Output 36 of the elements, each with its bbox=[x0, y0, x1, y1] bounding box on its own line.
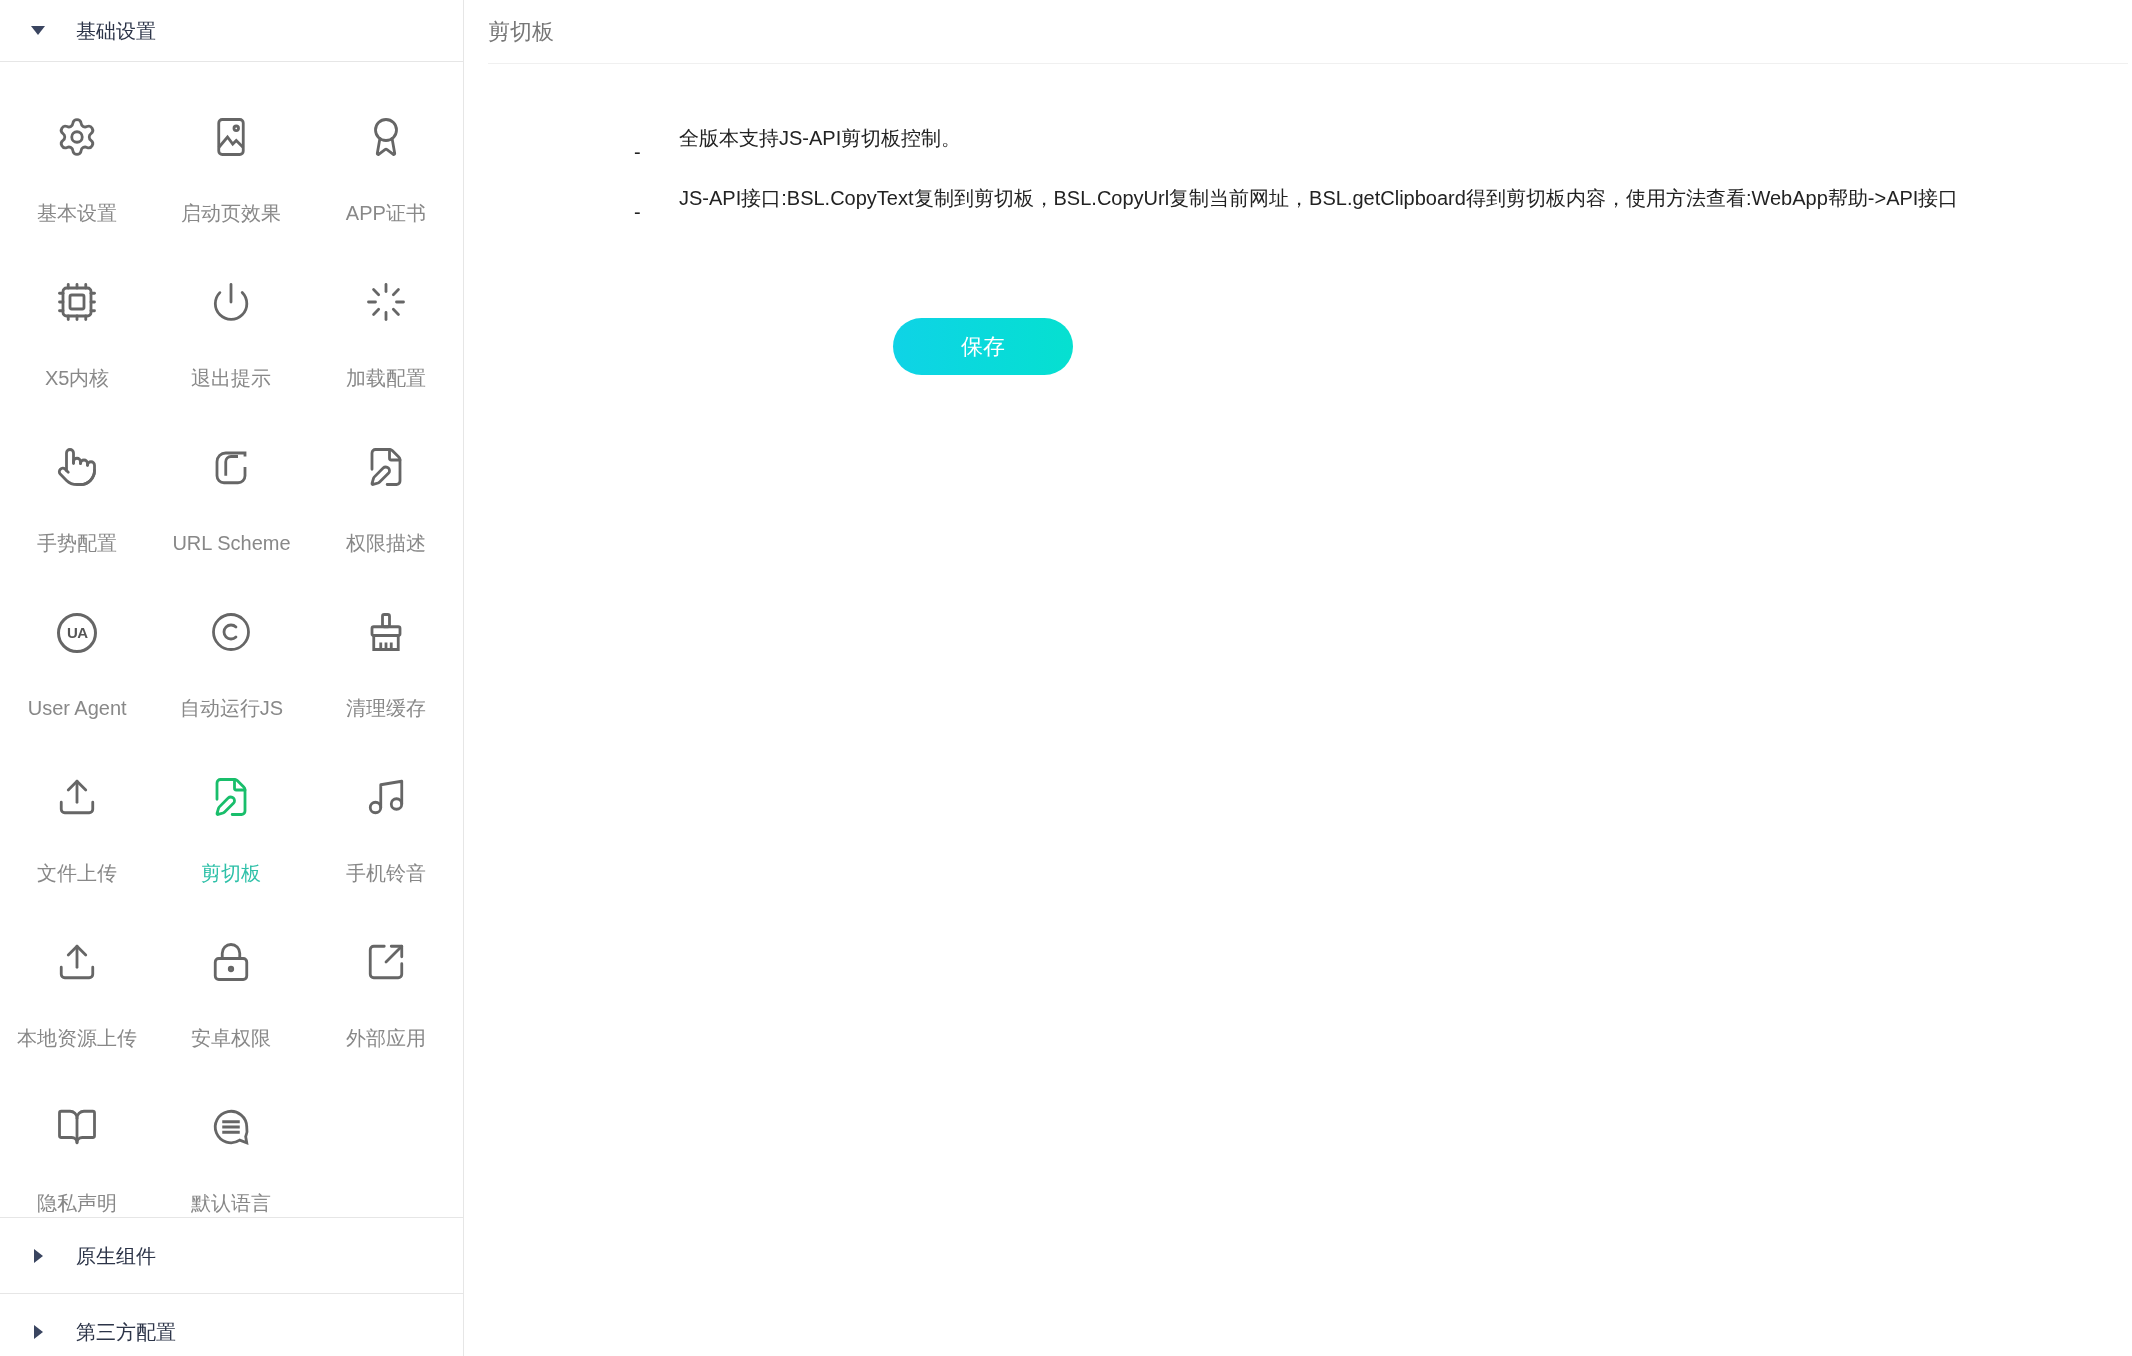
menu-item[interactable]: APP证书 bbox=[308, 62, 463, 227]
caret-right-icon bbox=[33, 1324, 43, 1339]
menu-item[interactable]: 启动页效果 bbox=[154, 62, 309, 227]
section-header[interactable]: 原生组件 bbox=[0, 1218, 463, 1293]
menu-item[interactable]: URL Scheme bbox=[154, 392, 309, 557]
menu-item[interactable]: 文件上传 bbox=[0, 722, 155, 887]
menu-item[interactable]: 自动运行JS bbox=[154, 557, 309, 722]
loader-icon bbox=[364, 281, 407, 323]
note-text: 全版本支持JS-API剪切板控制。 bbox=[679, 126, 962, 151]
menu-item[interactable]: X5内核 bbox=[0, 227, 155, 392]
menu-item[interactable]: 手势配置 bbox=[0, 392, 155, 557]
section-header[interactable]: 第三方配置 bbox=[0, 1294, 463, 1356]
list-marker: - bbox=[634, 140, 642, 164]
note-text: JS-API接口:BSL.CopyText复制到剪切板，BSL.CopyUrl复制当前网址，BSL.getClipboard得到剪切板内容，使用方法查看:WebApp帮助->API接口 bbox=[679, 186, 1959, 211]
caret-right-icon bbox=[33, 1248, 43, 1263]
menu-item[interactable]: 基本设置 bbox=[0, 62, 155, 227]
menu-item[interactable]: 隐私声明 bbox=[0, 1052, 155, 1217]
caret-down-icon bbox=[31, 26, 45, 35]
section-header[interactable]: 基础设置 bbox=[0, 0, 463, 62]
menu-item[interactable]: 默认语言 bbox=[154, 1052, 309, 1217]
ua-icon: UA bbox=[57, 613, 98, 653]
menu-item[interactable]: 权限描述 bbox=[308, 392, 463, 557]
hand-pointer-icon bbox=[56, 446, 99, 488]
menu-item[interactable]: 退出提示 bbox=[154, 227, 309, 392]
page-title: 剪切板 bbox=[488, 18, 554, 46]
menu-item[interactable]: UA User Agent bbox=[0, 557, 155, 722]
copyright-icon bbox=[210, 611, 253, 653]
menu-item[interactable]: 剪切板 bbox=[154, 722, 309, 887]
menu-item[interactable]: 手机铃音 bbox=[308, 722, 463, 887]
menu-item[interactable]: 加载配置 bbox=[308, 227, 463, 392]
menu-item[interactable]: 本地资源上传 bbox=[0, 887, 155, 1052]
menu-item[interactable]: 清理缓存 bbox=[308, 557, 463, 722]
list-marker: - bbox=[634, 200, 642, 224]
menu-item[interactable]: 安卓权限 bbox=[154, 887, 309, 1052]
menu-item[interactable]: 外部应用 bbox=[308, 887, 463, 1052]
chip-icon bbox=[56, 281, 99, 323]
